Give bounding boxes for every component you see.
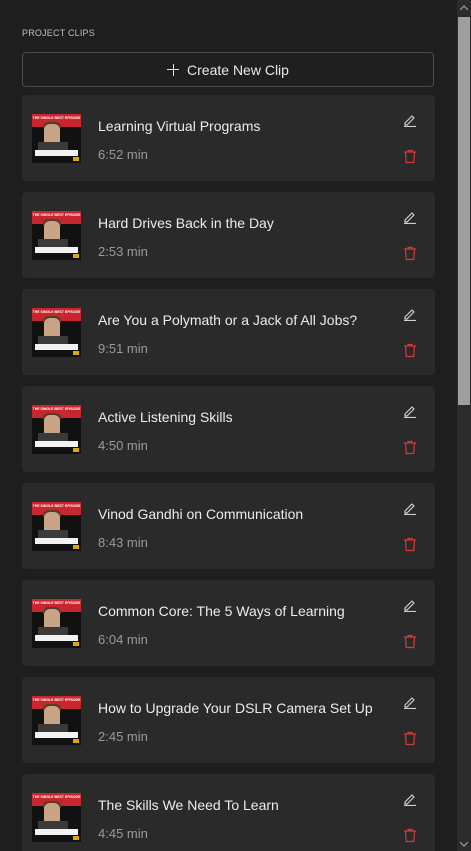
create-new-clip-label: Create New Clip (187, 61, 289, 78)
trash-icon[interactable] (403, 537, 417, 552)
clip-title: Hard Drives Back in the Day (98, 215, 274, 231)
trash-icon[interactable] (403, 149, 417, 164)
clip-title: Are You a Polymath or a Jack of All Jobs… (98, 312, 358, 328)
trash-icon[interactable] (403, 440, 417, 455)
section-title: PROJECT CLIPS (22, 28, 95, 38)
trash-icon[interactable] (403, 828, 417, 843)
create-new-clip-button[interactable]: Create New Clip (22, 52, 434, 87)
clip-card[interactable]: THE SINGLE BEST EPISODE Common Core: The… (22, 580, 435, 666)
project-clips-panel: PROJECT CLIPS Create New Clip THE SINGLE… (0, 0, 457, 851)
pencil-icon[interactable] (403, 598, 417, 613)
scrollbar-thumb[interactable] (458, 17, 470, 405)
clip-card[interactable]: THE SINGLE BEST EPISODE Hard Drives Back… (22, 192, 435, 278)
clip-thumbnail[interactable]: THE SINGLE BEST EPISODE (32, 308, 81, 357)
pencil-icon[interactable] (403, 210, 417, 225)
clip-title: How to Upgrade Your DSLR Camera Set Up (98, 700, 373, 716)
clip-duration: 6:04 min (98, 632, 148, 647)
clip-thumbnail[interactable]: THE SINGLE BEST EPISODE (32, 696, 81, 745)
clip-thumbnail[interactable]: THE SINGLE BEST EPISODE (32, 211, 81, 260)
clip-duration: 4:50 min (98, 438, 148, 453)
trash-icon[interactable] (403, 634, 417, 649)
plus-icon (167, 63, 180, 76)
clip-list: THE SINGLE BEST EPISODE Learning Virtual… (22, 95, 435, 851)
pencil-icon[interactable] (403, 113, 417, 128)
clip-duration: 2:45 min (98, 729, 148, 744)
clip-card[interactable]: THE SINGLE BEST EPISODE The Skills We Ne… (22, 774, 435, 851)
clip-card[interactable]: THE SINGLE BEST EPISODE Learning Virtual… (22, 95, 435, 181)
clip-title: Active Listening Skills (98, 409, 233, 425)
clip-duration: 8:43 min (98, 535, 148, 550)
clip-duration: 2:53 min (98, 244, 148, 259)
clip-thumbnail[interactable]: THE SINGLE BEST EPISODE (32, 405, 81, 454)
clip-title: Common Core: The 5 Ways of Learning (98, 603, 345, 619)
clip-card[interactable]: THE SINGLE BEST EPISODE Are You a Polyma… (22, 289, 435, 375)
trash-icon[interactable] (403, 246, 417, 261)
pencil-icon[interactable] (403, 404, 417, 419)
trash-icon[interactable] (403, 731, 417, 746)
pencil-icon[interactable] (403, 501, 417, 516)
clip-title: Learning Virtual Programs (98, 118, 261, 134)
pencil-icon[interactable] (403, 792, 417, 807)
pencil-icon[interactable] (403, 307, 417, 322)
scroll-up-arrow-icon[interactable] (457, 0, 471, 14)
pencil-icon[interactable] (403, 695, 417, 710)
clip-duration: 9:51 min (98, 341, 148, 356)
clip-card[interactable]: THE SINGLE BEST EPISODE How to Upgrade Y… (22, 677, 435, 763)
clip-card[interactable]: THE SINGLE BEST EPISODE Active Listening… (22, 386, 435, 472)
clip-duration: 4:45 min (98, 826, 148, 841)
clip-title: The Skills We Need To Learn (98, 797, 279, 813)
clip-thumbnail[interactable]: THE SINGLE BEST EPISODE (32, 502, 81, 551)
clip-thumbnail[interactable]: THE SINGLE BEST EPISODE (32, 793, 81, 842)
trash-icon[interactable] (403, 343, 417, 358)
scroll-down-arrow-icon[interactable] (457, 837, 471, 851)
clip-thumbnail[interactable]: THE SINGLE BEST EPISODE (32, 599, 81, 648)
clip-card[interactable]: THE SINGLE BEST EPISODE Vinod Gandhi on … (22, 483, 435, 569)
clip-duration: 6:52 min (98, 147, 148, 162)
clip-title: Vinod Gandhi on Communication (98, 506, 304, 522)
clip-thumbnail[interactable]: THE SINGLE BEST EPISODE (32, 114, 81, 163)
